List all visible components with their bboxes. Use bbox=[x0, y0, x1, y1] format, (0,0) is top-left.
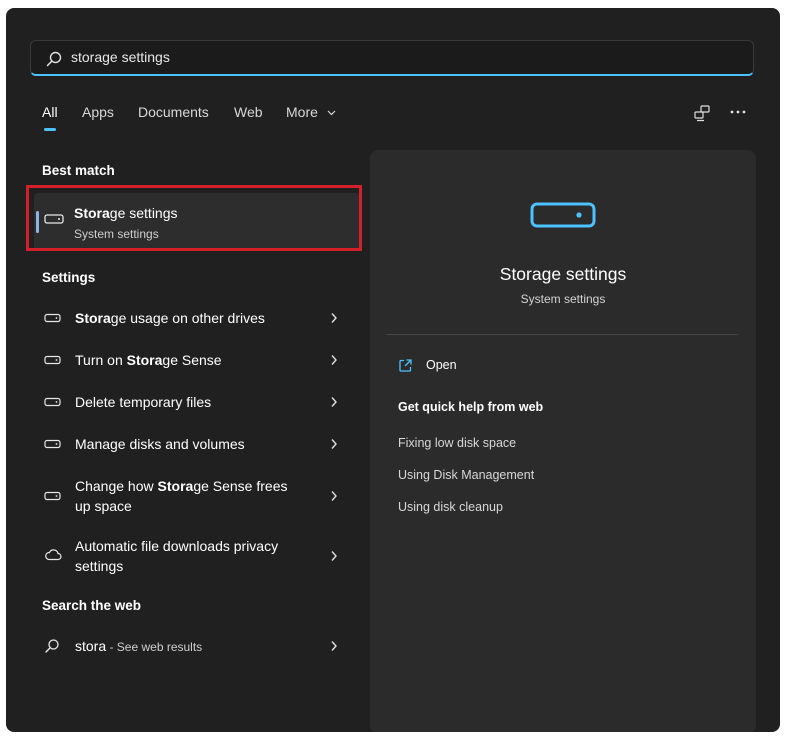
settings-item-storage-usage-other-drives[interactable]: Storage usage on other drives bbox=[34, 308, 360, 330]
search-icon bbox=[45, 639, 59, 653]
tab-label: Apps bbox=[82, 104, 114, 120]
preview-panel: Storage settings System settings Open Ge… bbox=[370, 150, 756, 732]
web-search-result[interactable]: stora - See web results bbox=[34, 636, 360, 658]
tab-label: All bbox=[42, 104, 58, 120]
cloud-icon bbox=[45, 549, 62, 561]
storage-drive-icon bbox=[44, 491, 61, 501]
settings-item-label: Storage usage on other drives bbox=[75, 310, 265, 326]
chevron-right-icon bbox=[331, 641, 337, 651]
tab-label: Documents bbox=[138, 104, 209, 120]
settings-item-change-storage-sense[interactable]: Change how Storage Sense frees up space bbox=[34, 476, 360, 518]
chevron-right-icon bbox=[331, 355, 337, 365]
red-highlight-frame bbox=[26, 185, 362, 251]
settings-item-label: Turn on Storage Sense bbox=[75, 352, 222, 368]
chevron-right-icon bbox=[331, 551, 337, 561]
search-web-heading: Search the web bbox=[42, 598, 142, 613]
quick-help-heading: Get quick help from web bbox=[398, 400, 544, 414]
preview-subtitle: System settings bbox=[520, 292, 606, 306]
tab-label: Web bbox=[234, 104, 263, 120]
open-label: Open bbox=[426, 358, 457, 372]
tab-label: More bbox=[286, 104, 318, 120]
storage-drive-icon bbox=[44, 355, 61, 365]
tab-documents[interactable]: Documents bbox=[138, 104, 209, 120]
help-link-disk-management[interactable]: Using Disk Management bbox=[398, 468, 534, 482]
chevron-right-icon bbox=[331, 439, 337, 449]
tab-more[interactable]: More bbox=[286, 104, 336, 120]
storage-drive-icon bbox=[530, 202, 596, 228]
open-external-icon bbox=[399, 359, 412, 372]
preview-title: Storage settings bbox=[499, 264, 627, 284]
search-box[interactable] bbox=[30, 40, 754, 76]
storage-drive-icon bbox=[44, 397, 61, 407]
settings-item-manage-disks-volumes[interactable]: Manage disks and volumes bbox=[34, 434, 360, 456]
settings-item-label: Delete temporary files bbox=[75, 394, 212, 410]
divider bbox=[386, 334, 738, 335]
chevron-down-icon bbox=[327, 110, 336, 116]
help-link-disk-cleanup[interactable]: Using disk cleanup bbox=[398, 500, 503, 514]
settings-item-label: Manage disks and volumes bbox=[75, 436, 245, 452]
search-input[interactable] bbox=[71, 41, 671, 73]
settings-item-turn-on-storage-sense[interactable]: Turn on Storage Sense bbox=[34, 350, 360, 372]
search-icon bbox=[46, 51, 62, 67]
settings-item-label: Change how Storage Sense frees up space bbox=[75, 478, 288, 514]
chevron-right-icon bbox=[331, 491, 337, 501]
help-link-low-disk-space[interactable]: Fixing low disk space bbox=[398, 436, 516, 450]
share-devices-icon[interactable] bbox=[692, 104, 712, 124]
best-match-heading: Best match bbox=[42, 163, 115, 178]
start-search-window: All Apps Documents Web More Best match bbox=[6, 8, 780, 732]
settings-item-automatic-downloads-privacy[interactable]: Automatic file downloads privacy setting… bbox=[34, 536, 360, 578]
web-result-label: stora - See web results bbox=[75, 638, 203, 654]
tab-apps[interactable]: Apps bbox=[82, 104, 114, 120]
storage-drive-icon bbox=[44, 439, 61, 449]
active-tab-indicator bbox=[44, 128, 56, 131]
settings-item-delete-temporary-files[interactable]: Delete temporary files bbox=[34, 392, 360, 414]
tab-web[interactable]: Web bbox=[234, 104, 263, 120]
settings-heading: Settings bbox=[42, 270, 96, 285]
tab-all[interactable]: All bbox=[42, 104, 58, 131]
chevron-right-icon bbox=[331, 313, 337, 323]
chevron-right-icon bbox=[331, 397, 337, 407]
settings-item-label: Automatic file downloads privacy setting… bbox=[75, 538, 279, 574]
more-options-icon[interactable] bbox=[728, 104, 748, 124]
storage-drive-icon bbox=[44, 313, 61, 323]
